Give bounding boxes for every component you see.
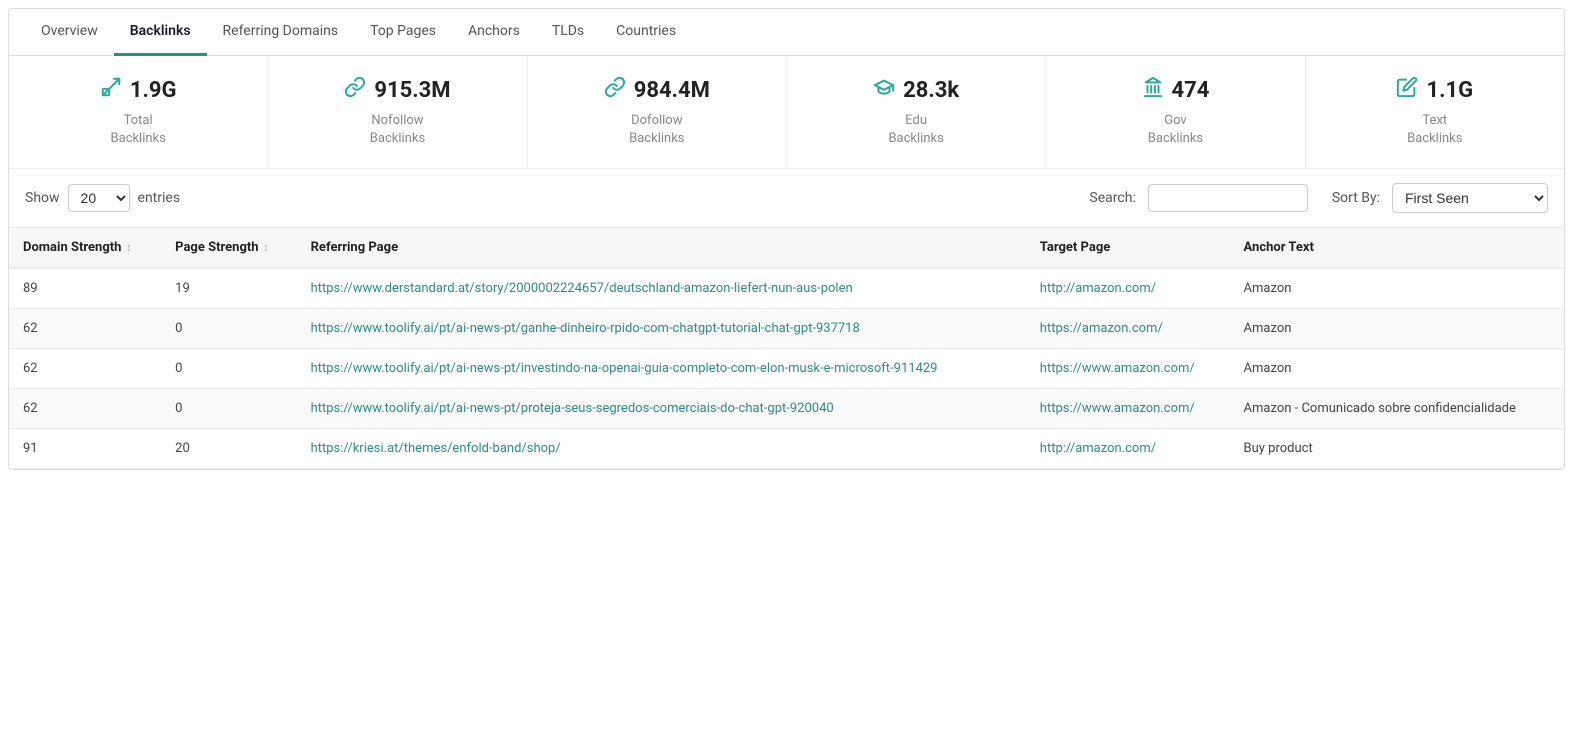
- table-body: 8919 https://www.derstandard.at/story/200…: [9, 268, 1564, 469]
- col-header-anchor-text: Anchor Text: [1230, 228, 1564, 268]
- stat-label-2: Dofollow Backlinks: [629, 112, 684, 148]
- stat-label-3: Edu Backlinks: [888, 112, 943, 148]
- anchor-text-cell: Buy product: [1230, 429, 1564, 469]
- page-strength-cell: 0: [161, 309, 296, 349]
- controls-row: Show 20 50 100 entries Search: Sort By: …: [9, 169, 1564, 228]
- nav-tab-anchors[interactable]: Anchors: [452, 9, 536, 56]
- target-page-link[interactable]: https://www.amazon.com/: [1040, 401, 1195, 416]
- table-row: 620 https://www.toolify.ai/pt/ai-news-pt/…: [9, 309, 1564, 349]
- domain-strength-cell: 62: [9, 309, 161, 349]
- target-page-cell: https://www.amazon.com/: [1026, 349, 1230, 389]
- nofollow-icon: [344, 76, 366, 104]
- domain-strength-cell: 62: [9, 389, 161, 429]
- sortby-select[interactable]: First SeenLast SeenDomain StrengthPage S…: [1392, 183, 1548, 213]
- col-header-domain-strength[interactable]: Domain Strength ↕: [9, 228, 161, 268]
- edu-icon: [873, 76, 895, 104]
- stat-card-backlinks: 915.3M Nofollow Backlinks: [268, 56, 527, 168]
- target-page-cell: http://amazon.com/: [1026, 429, 1230, 469]
- gov-icon: [1142, 76, 1164, 104]
- nav-tabs: OverviewBacklinksReferring DomainsTop Pa…: [9, 9, 1564, 56]
- col-header-target-page: Target Page: [1026, 228, 1230, 268]
- backlinks-table: Domain Strength ↕Page Strength ↕Referrin…: [9, 228, 1564, 469]
- anchor-text-cell: Amazon: [1230, 349, 1564, 389]
- table-row: 620 https://www.toolify.ai/pt/ai-news-pt/…: [9, 349, 1564, 389]
- stat-label-1: Nofollow Backlinks: [370, 112, 425, 148]
- table-row: 620 https://www.toolify.ai/pt/ai-news-pt/…: [9, 389, 1564, 429]
- stat-value-3: 28.3k: [903, 78, 959, 103]
- entries-select[interactable]: 20 50 100: [68, 184, 130, 212]
- referring-page-link[interactable]: https://www.toolify.ai/pt/ai-news-pt/inv…: [311, 361, 938, 376]
- referring-page-link[interactable]: https://www.derstandard.at/story/2000002…: [311, 281, 853, 296]
- table-row: 9120 https://kriesi.at/themes/enfold-band…: [9, 429, 1564, 469]
- table-container: Domain Strength ↕Page Strength ↕Referrin…: [9, 228, 1564, 469]
- target-page-link[interactable]: https://amazon.com/: [1040, 321, 1163, 336]
- backlinks-icon: [100, 76, 122, 104]
- page-strength-cell: 0: [161, 349, 296, 389]
- stat-value-0: 1.9G: [130, 78, 177, 103]
- target-page-cell: http://amazon.com/: [1026, 268, 1230, 309]
- stat-value-4: 474: [1172, 78, 1210, 103]
- col-header-page-strength[interactable]: Page Strength ↕: [161, 228, 296, 268]
- entries-label: entries: [138, 190, 181, 206]
- anchor-text-cell: Amazon - Comunicado sobre confidencialid…: [1230, 389, 1564, 429]
- stat-card-backlinks: 1.1G Text Backlinks: [1306, 56, 1564, 168]
- nav-tab-overview[interactable]: Overview: [25, 9, 114, 56]
- stat-card-backlinks: 474 Gov Backlinks: [1046, 56, 1305, 168]
- referring-page-link[interactable]: https://www.toolify.ai/pt/ai-news-pt/pro…: [311, 401, 834, 416]
- page-strength-cell: 20: [161, 429, 296, 469]
- search-label: Search:: [1089, 190, 1135, 206]
- stat-value-1: 915.3M: [374, 78, 450, 103]
- target-page-link[interactable]: http://amazon.com/: [1040, 441, 1156, 456]
- text-icon: [1396, 76, 1418, 104]
- domain-strength-cell: 91: [9, 429, 161, 469]
- stat-card-backlinks: 28.3k Edu Backlinks: [787, 56, 1046, 168]
- col-header-referring-page: Referring Page: [297, 228, 1026, 268]
- sort-icon: ↕: [123, 241, 131, 254]
- page-strength-cell: 0: [161, 389, 296, 429]
- stat-label-5: Text Backlinks: [1407, 112, 1462, 148]
- domain-strength-cell: 62: [9, 349, 161, 389]
- nav-tab-backlinks[interactable]: Backlinks: [114, 9, 207, 56]
- referring-page-cell: https://www.derstandard.at/story/2000002…: [297, 268, 1026, 309]
- stat-label-0: Total Backlinks: [110, 112, 165, 148]
- sort-icon: ↕: [261, 241, 269, 254]
- target-page-link[interactable]: https://www.amazon.com/: [1040, 361, 1195, 376]
- stats-row: 1.9G Total Backlinks 915.3M Nofollow Backli…: [9, 56, 1564, 169]
- sortby-label: Sort By:: [1332, 190, 1380, 206]
- stat-card-backlinks: 1.9G Total Backlinks: [9, 56, 268, 168]
- table-row: 8919 https://www.derstandard.at/story/200…: [9, 268, 1564, 309]
- table-header: Domain Strength ↕Page Strength ↕Referrin…: [9, 228, 1564, 268]
- target-page-cell: https://amazon.com/: [1026, 309, 1230, 349]
- referring-page-link[interactable]: https://www.toolify.ai/pt/ai-news-pt/gan…: [311, 321, 860, 336]
- page-strength-cell: 19: [161, 268, 296, 309]
- search-input[interactable]: [1148, 184, 1308, 212]
- anchor-text-cell: Amazon: [1230, 268, 1564, 309]
- nav-tab-countries[interactable]: Countries: [600, 9, 692, 56]
- referring-page-cell: https://kriesi.at/themes/enfold-band/sho…: [297, 429, 1026, 469]
- show-label: Show: [25, 190, 60, 206]
- nav-tab-tlds[interactable]: TLDs: [536, 9, 600, 56]
- stat-label-4: Gov Backlinks: [1148, 112, 1203, 148]
- stat-value-2: 984.4M: [634, 78, 710, 103]
- referring-page-cell: https://www.toolify.ai/pt/ai-news-pt/pro…: [297, 389, 1026, 429]
- nav-tab-top-pages[interactable]: Top Pages: [354, 9, 452, 56]
- anchor-text-cell: Amazon: [1230, 309, 1564, 349]
- referring-page-link[interactable]: https://kriesi.at/themes/enfold-band/sho…: [311, 441, 561, 456]
- referring-page-cell: https://www.toolify.ai/pt/ai-news-pt/inv…: [297, 349, 1026, 389]
- target-page-cell: https://www.amazon.com/: [1026, 389, 1230, 429]
- nav-tab-referring-domains[interactable]: Referring Domains: [207, 9, 355, 56]
- target-page-link[interactable]: http://amazon.com/: [1040, 281, 1156, 296]
- stat-value-5: 1.1G: [1426, 78, 1473, 103]
- domain-strength-cell: 89: [9, 268, 161, 309]
- dofollow-icon: [604, 76, 626, 104]
- referring-page-cell: https://www.toolify.ai/pt/ai-news-pt/gan…: [297, 309, 1026, 349]
- stat-card-backlinks: 984.4M Dofollow Backlinks: [528, 56, 787, 168]
